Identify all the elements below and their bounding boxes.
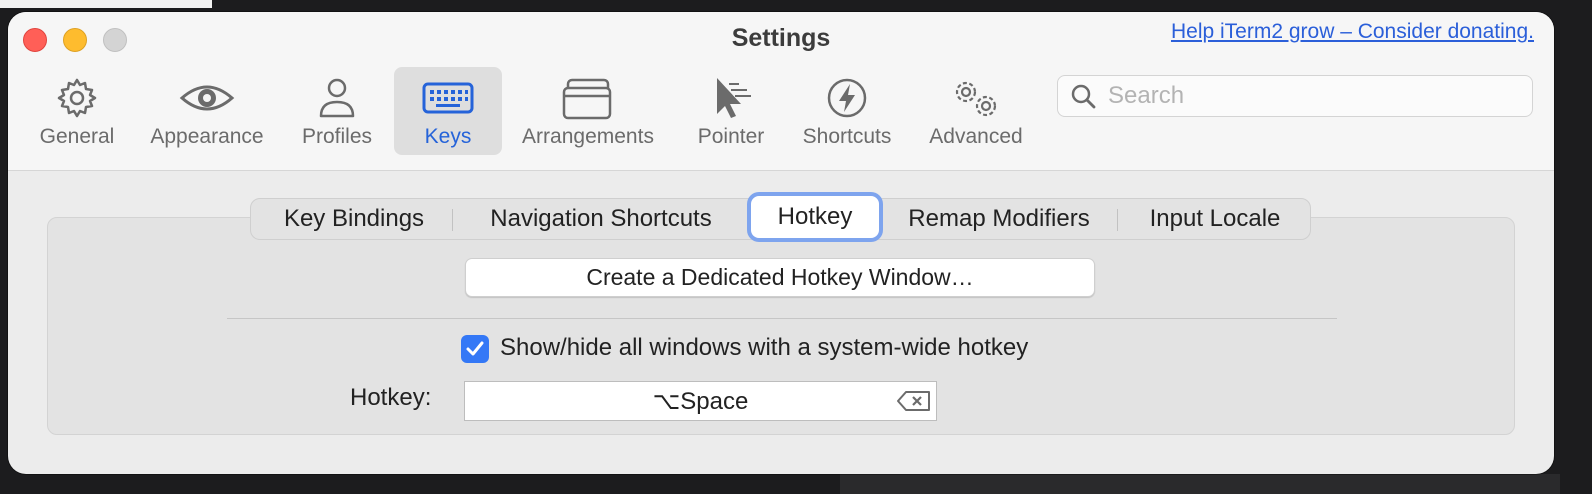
toolbar-item-profiles[interactable]: Profiles xyxy=(294,67,380,155)
donate-link[interactable]: Help iTerm2 grow – Consider donating. xyxy=(1171,20,1534,44)
search-field[interactable] xyxy=(1057,75,1533,117)
toolbar-label-appearance: Appearance xyxy=(150,125,264,148)
create-hotkey-window-button[interactable]: Create a Dedicated Hotkey Window… xyxy=(465,258,1095,297)
toolbar: Settings Help iTerm2 grow – Consider don… xyxy=(8,12,1554,171)
toolbar-item-keys[interactable]: Keys xyxy=(394,67,502,155)
separator xyxy=(227,318,1337,319)
search-input[interactable] xyxy=(1106,81,1510,111)
tab-input-locale[interactable]: Input Locale xyxy=(1127,199,1303,239)
gear-icon xyxy=(55,75,99,121)
toolbar-label-shortcuts: Shortcuts xyxy=(802,125,892,148)
toolbar-item-shortcuts[interactable]: Shortcuts xyxy=(794,67,900,155)
hotkey-label: Hotkey: xyxy=(350,384,432,411)
hotkey-recorder-field[interactable]: ⌥Space xyxy=(464,381,937,421)
toolbar-item-appearance[interactable]: Appearance xyxy=(142,67,272,155)
toolbar-item-advanced[interactable]: Advanced xyxy=(922,67,1030,155)
gears-icon xyxy=(948,75,1004,121)
pointer-icon xyxy=(709,75,753,121)
tab-navigation-shortcuts[interactable]: Navigation Shortcuts xyxy=(463,199,739,239)
clear-hotkey-icon[interactable] xyxy=(896,388,932,421)
toolbar-label-general: General xyxy=(39,125,115,148)
keys-tab-bar: Key Bindings Navigation Shortcuts Hotkey… xyxy=(250,196,1311,240)
keyboard-icon xyxy=(422,75,474,121)
windows-icon xyxy=(562,75,614,121)
tab-hotkey[interactable]: Hotkey xyxy=(751,196,879,238)
toolbar-label-arrangements: Arrangements xyxy=(522,125,654,148)
tab-key-bindings[interactable]: Key Bindings xyxy=(261,199,447,239)
eye-icon xyxy=(179,75,235,121)
tab-divider xyxy=(1117,209,1118,231)
bolt-icon xyxy=(825,75,869,121)
show-hide-checkbox[interactable] xyxy=(461,335,489,363)
toolbar-item-arrangements[interactable]: Arrangements xyxy=(512,67,664,155)
toolbar-label-pointer: Pointer xyxy=(697,125,765,148)
desktop-background xyxy=(0,0,212,8)
toolbar-item-general[interactable]: General xyxy=(30,67,124,155)
search-icon xyxy=(1070,83,1096,109)
tab-divider xyxy=(452,209,453,231)
settings-window: Settings Help iTerm2 grow – Consider don… xyxy=(8,12,1554,474)
show-hide-label: Show/hide all windows with a system-wide… xyxy=(500,334,1029,361)
toolbar-label-keys: Keys xyxy=(424,125,472,148)
toolbar-item-pointer[interactable]: Pointer xyxy=(692,67,770,155)
person-icon xyxy=(317,75,357,121)
desktop-background-lower xyxy=(840,474,1560,494)
tab-remap-modifiers[interactable]: Remap Modifiers xyxy=(891,199,1107,239)
hotkey-value: ⌥Space xyxy=(652,387,749,415)
checkmark-icon xyxy=(466,341,484,356)
toolbar-label-profiles: Profiles xyxy=(301,125,373,148)
toolbar-label-advanced: Advanced xyxy=(929,125,1023,148)
